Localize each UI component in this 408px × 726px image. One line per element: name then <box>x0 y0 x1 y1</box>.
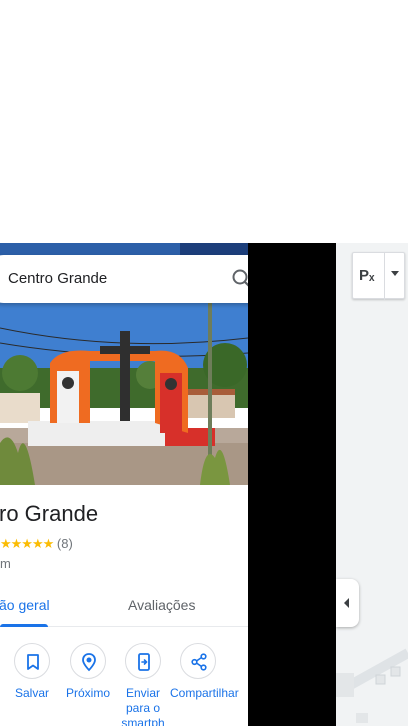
place-distance: m <box>0 556 11 571</box>
layer-label: Pₓ <box>359 267 375 284</box>
share-icon <box>180 643 216 679</box>
save-button[interactable]: Salvar <box>4 643 60 701</box>
search-icon[interactable] <box>230 267 248 291</box>
place-tabs: ão geral Avaliações <box>0 583 248 627</box>
nearby-label: Próximo <box>65 686 110 700</box>
rating-row[interactable]: ★★★★★ (8) <box>0 536 73 552</box>
nearby-button[interactable]: Próximo <box>60 643 116 701</box>
share-button[interactable]: Compartilhar <box>170 643 239 701</box>
search-box[interactable]: Centro Grande <box>0 255 248 303</box>
tab-reviews[interactable]: Avaliações <box>128 597 195 613</box>
place-panel: Centro Grande ro Grande ★★★★★ (8) m ão g… <box>0 243 248 726</box>
send-to-phone-icon <box>125 643 161 679</box>
active-tab-indicator <box>0 624 48 627</box>
bookmark-icon <box>14 643 50 679</box>
nearby-icon <box>70 643 106 679</box>
layer-control[interactable]: Pₓ <box>352 252 405 300</box>
collapse-panel-button[interactable] <box>336 579 359 627</box>
caret-down-icon[interactable] <box>391 271 399 276</box>
tab-overview[interactable]: ão geral <box>0 597 50 613</box>
map-canvas[interactable] <box>336 243 408 726</box>
send-to-phone-label: Enviar para o smartph <box>121 686 165 726</box>
place-title: ro Grande <box>0 501 99 526</box>
search-input[interactable]: Centro Grande <box>8 270 107 287</box>
panel-edge <box>248 243 336 726</box>
save-label: Salvar <box>14 686 49 700</box>
chevron-left-icon <box>344 598 349 608</box>
share-label: Compartilhar <box>170 686 239 700</box>
review-count[interactable]: (8) <box>57 536 73 551</box>
send-to-phone-button[interactable]: Enviar para o smartph <box>115 643 171 726</box>
layer-divider <box>384 253 385 300</box>
star-rating: ★★★★★ <box>0 536 54 551</box>
